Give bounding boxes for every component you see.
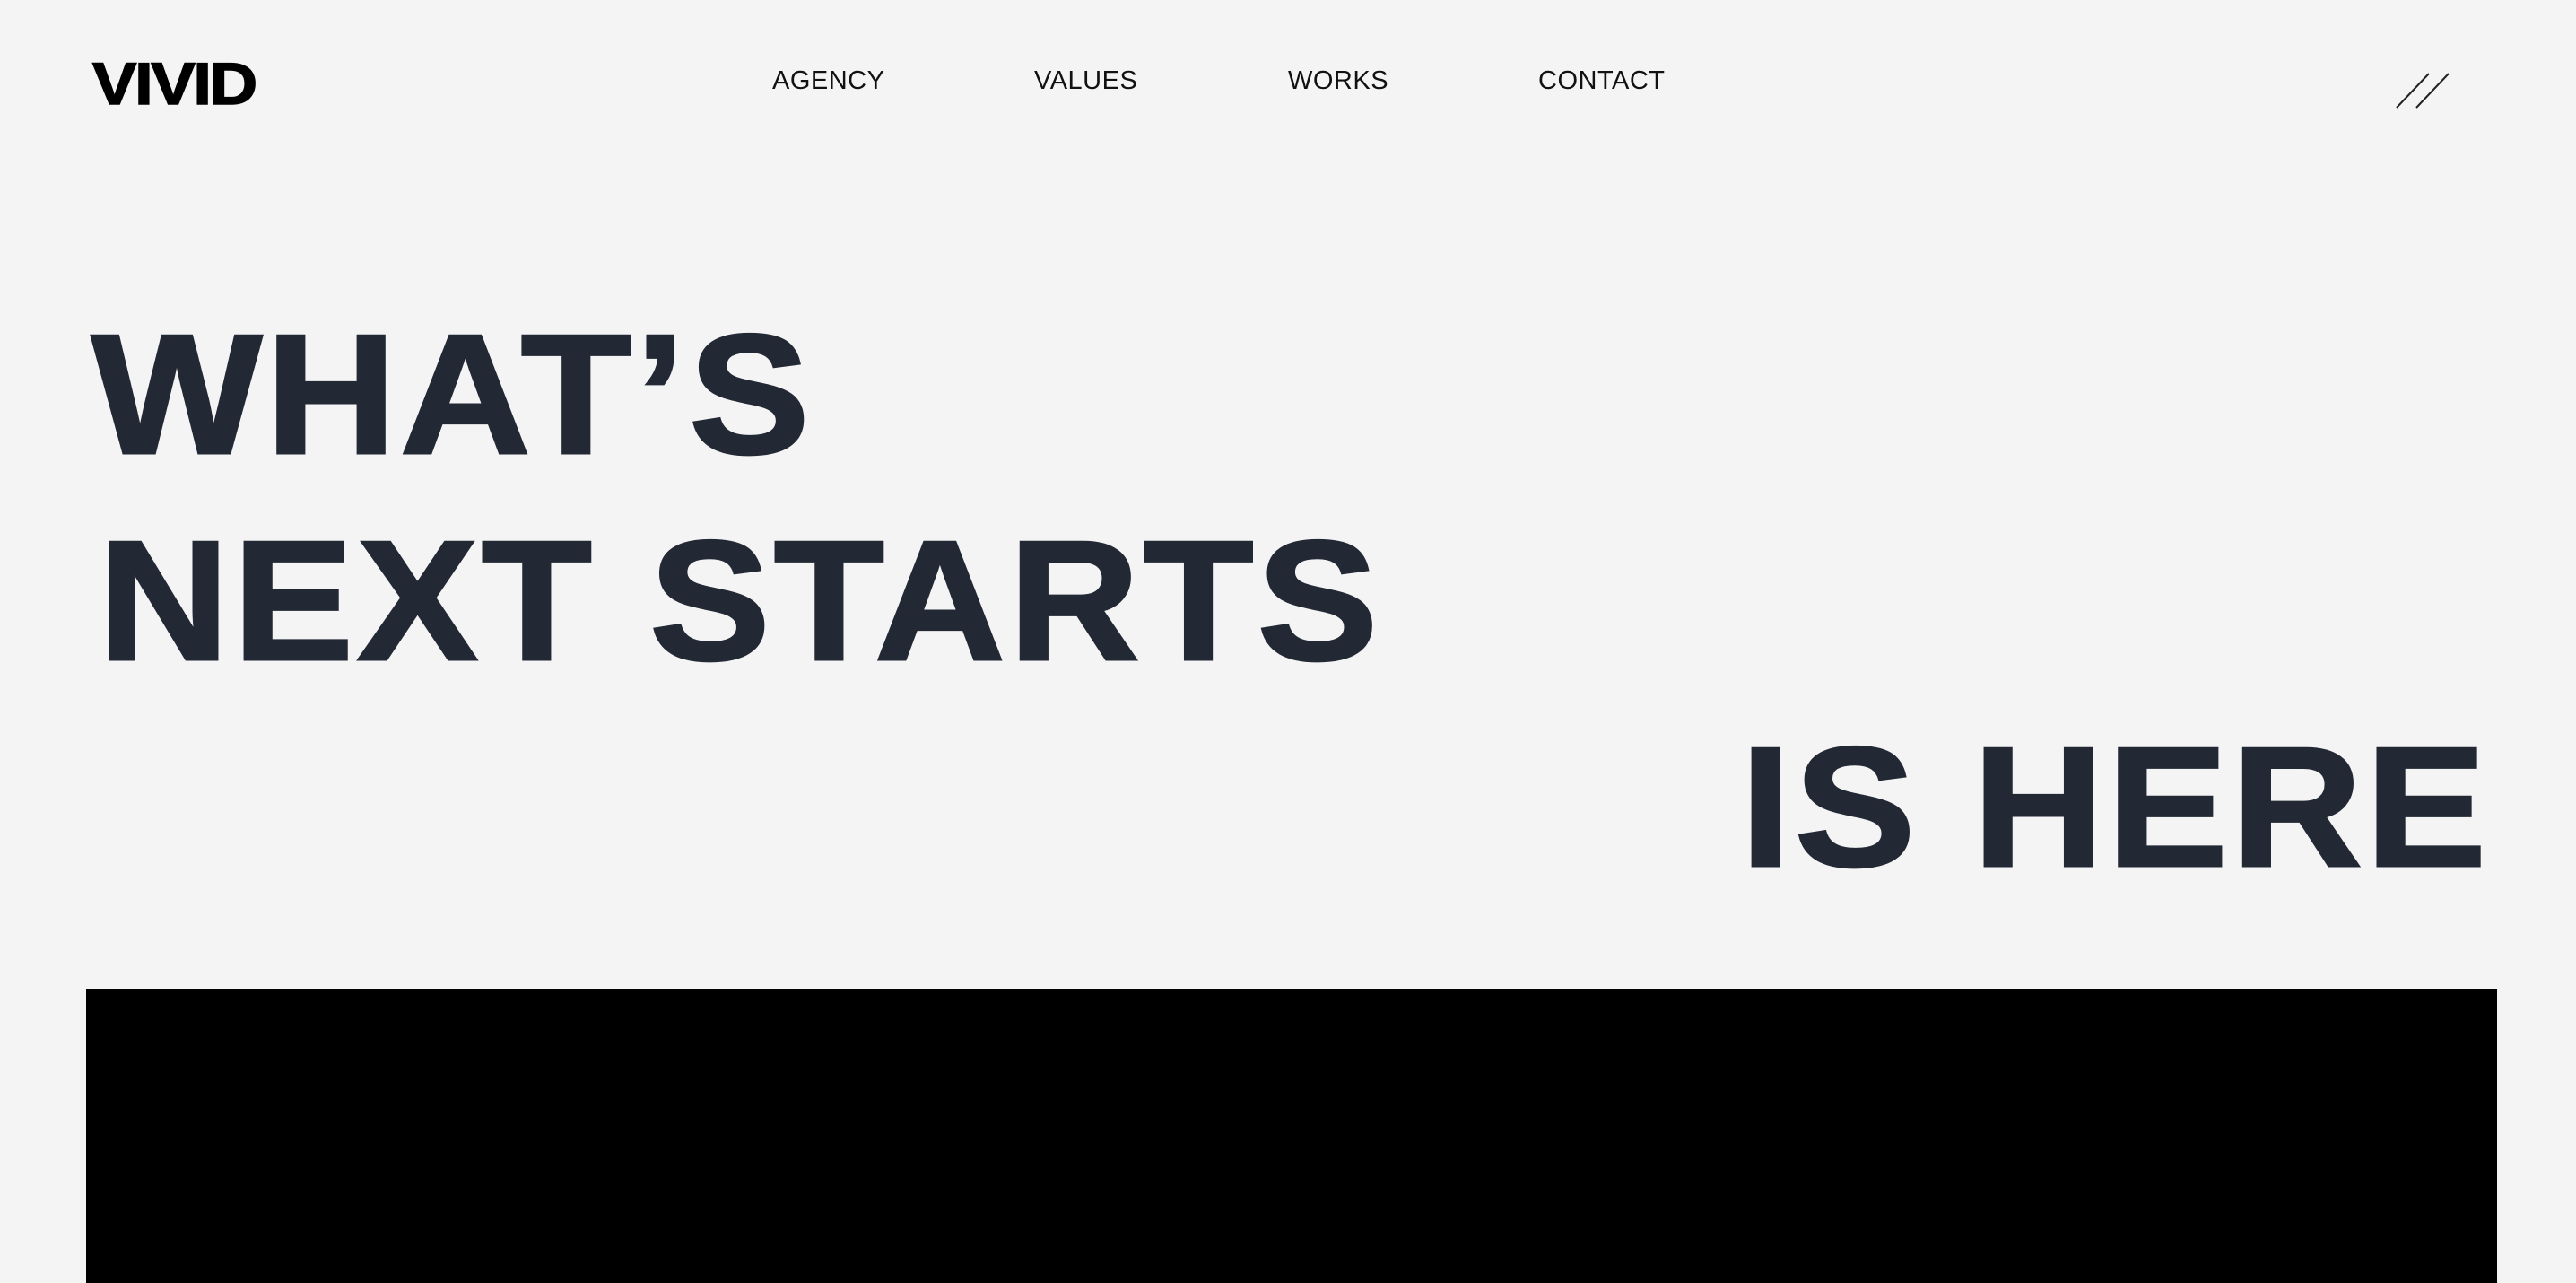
headline-line-2: NEXT STARTS <box>97 506 1382 696</box>
hero-media-block <box>86 989 2497 1283</box>
double-slash-icon <box>2396 73 2450 109</box>
headline-line-1: WHAT’S <box>90 300 814 490</box>
nav-link-agency[interactable]: AGENCY <box>772 65 884 97</box>
nav-link-values[interactable]: VALUES <box>1034 65 1137 97</box>
menu-toggle-button[interactable] <box>2395 70 2452 111</box>
nav-link-contact[interactable]: CONTACT <box>1538 65 1666 97</box>
nav-link-works[interactable]: WORKS <box>1288 65 1388 97</box>
headline-line-3: IS HERE <box>1739 712 2490 903</box>
main-nav: AGENCY VALUES WORKS CONTACT <box>0 65 2576 97</box>
